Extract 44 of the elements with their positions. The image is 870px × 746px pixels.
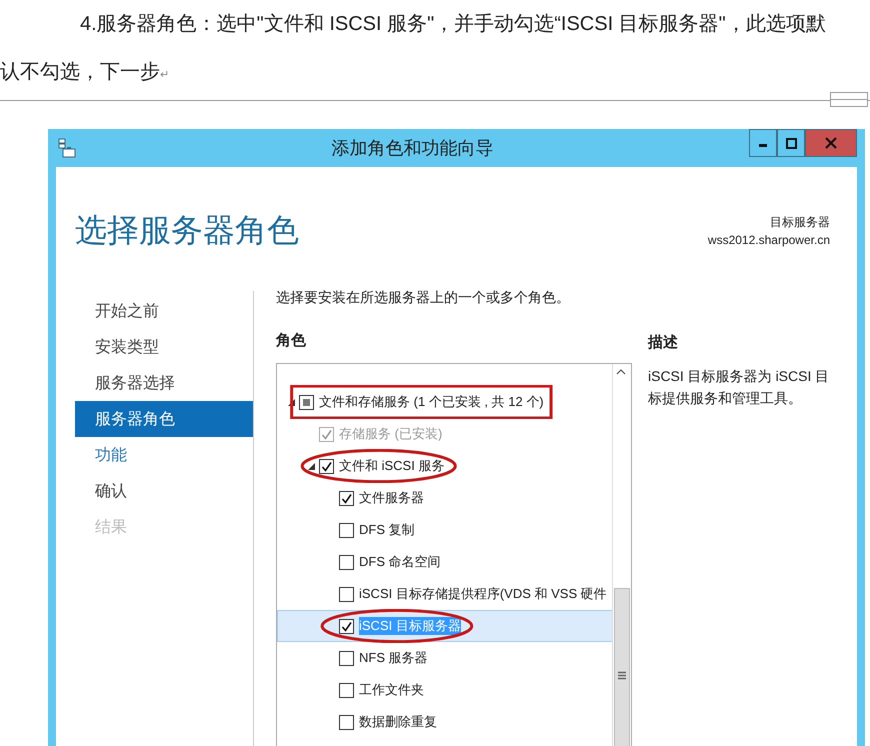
- checkbox[interactable]: [339, 714, 354, 730]
- wizard-step[interactable]: 开始之前: [56, 293, 253, 329]
- role-label[interactable]: DFS 命名空间: [359, 553, 441, 571]
- roles-heading: 角色: [276, 331, 307, 351]
- role-label[interactable]: 数据删除重复: [359, 713, 437, 731]
- server-manager-icon: [58, 138, 76, 158]
- wizard-step[interactable]: 功能: [56, 437, 253, 473]
- checkbox[interactable]: [319, 458, 334, 474]
- checkbox[interactable]: [339, 618, 354, 634]
- checkbox[interactable]: [339, 554, 354, 570]
- paragraph-mark: ↵: [160, 69, 170, 81]
- wizard-step[interactable]: 服务器角色: [75, 401, 253, 437]
- close-icon: [825, 137, 837, 149]
- scrollbar[interactable]: [612, 364, 631, 746]
- target-server-name: wss2012.sharpower.cn: [708, 233, 830, 247]
- expander-icon[interactable]: [308, 462, 314, 470]
- page-heading: 选择服务器角色: [75, 211, 299, 250]
- target-server-label: 目标服务器: [769, 214, 830, 231]
- role-label[interactable]: NFS 服务器: [359, 649, 428, 667]
- checkbox[interactable]: [339, 650, 354, 666]
- close-button[interactable]: [805, 129, 857, 157]
- instruction-paragraph: 4.服务器角色：选中"文件和 ISCSI 服务"，并手动勾选“ISCSI 目标服务器"，此选项默认不勾选，下一步↵: [0, 12, 827, 85]
- role-label[interactable]: 工作文件夹: [359, 681, 424, 699]
- wizard-step[interactable]: 安装类型: [56, 329, 253, 365]
- scroll-thumb[interactable]: [614, 588, 630, 746]
- grip-icon: [618, 670, 626, 680]
- description-text: iSCSI 目标服务器为 iSCSI 目标提供服务和管理工具。: [648, 367, 830, 408]
- role-label[interactable]: DFS 复制: [359, 521, 415, 539]
- checkbox[interactable]: [339, 490, 354, 506]
- checkbox[interactable]: [339, 522, 354, 538]
- scroll-up-icon[interactable]: [616, 368, 626, 376]
- checkbox[interactable]: [299, 394, 314, 410]
- maximize-icon: [786, 138, 796, 148]
- wizard-step[interactable]: 确认: [56, 473, 253, 509]
- checkbox[interactable]: [339, 682, 354, 698]
- maximize-button[interactable]: [777, 129, 805, 157]
- description-heading: 描述: [648, 333, 679, 353]
- wizard-step[interactable]: 服务器选择: [56, 365, 253, 401]
- instruction-text: 选择要安装在所选服务器上的一个或多个角色。: [276, 289, 571, 307]
- checkbox[interactable]: [339, 586, 354, 602]
- role-label[interactable]: 文件服务器: [359, 489, 424, 507]
- window-title: 添加角色和功能向导: [330, 137, 494, 160]
- minimize-button[interactable]: [749, 129, 777, 157]
- role-label[interactable]: iSCSI 目标存储提供程序(VDS 和 VSS 硬件: [359, 585, 607, 603]
